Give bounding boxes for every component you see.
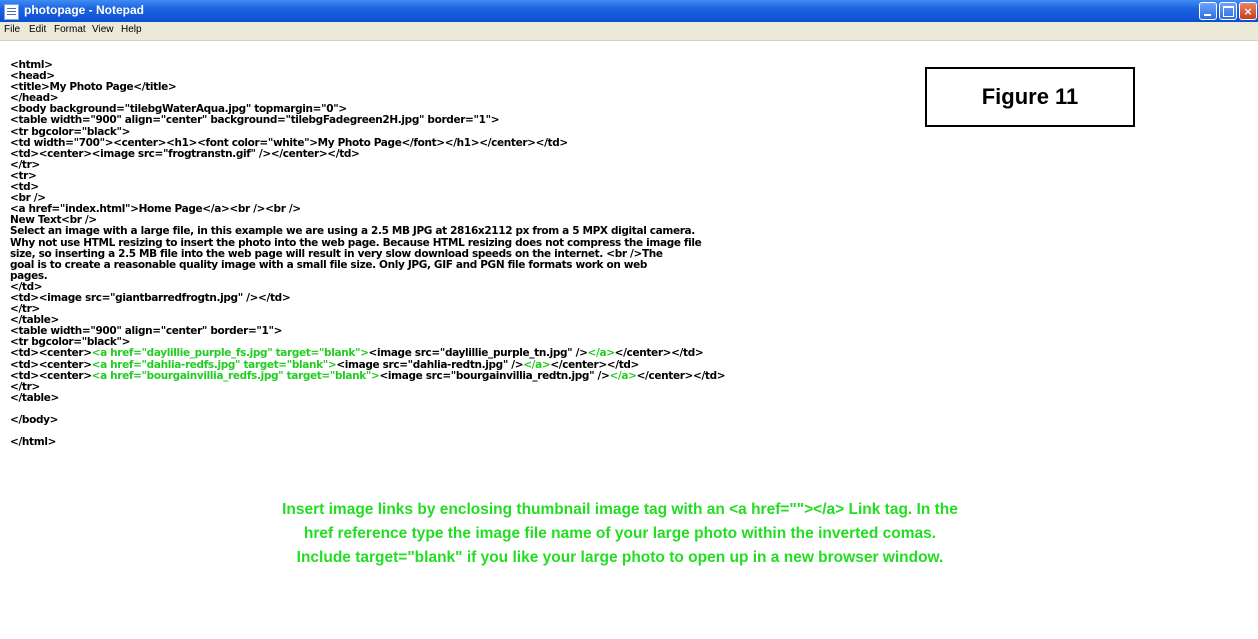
menu-bar: File Edit Format View Help (0, 22, 1258, 41)
link-tag-highlight: <a href="bourgainvillia_redfs.jpg" targe… (91, 369, 380, 382)
annotation-text: Insert image links by enclosing thumbnai… (120, 498, 1120, 570)
code-line: <td><image src="giantbarredfrogtn.jpg" /… (10, 291, 291, 304)
code-line: </table> (10, 391, 59, 404)
figure-label: Figure 11 (925, 67, 1135, 127)
code-line: </html> (10, 436, 57, 449)
annotation-line: Include target="blank" if you like your … (296, 549, 944, 566)
close-icon: × (1243, 5, 1253, 18)
menu-file[interactable]: File (4, 24, 20, 35)
annotation-line: Insert image links by enclosing thumbnai… (282, 501, 958, 518)
maximize-button[interactable] (1219, 2, 1237, 20)
code-line: <td><center><a href="bourgainvillia_redf… (10, 369, 726, 382)
menu-edit[interactable]: Edit (29, 24, 46, 35)
menu-view[interactable]: View (92, 24, 114, 35)
minimize-button[interactable] (1199, 2, 1217, 20)
notepad-icon (4, 4, 19, 20)
title-bar[interactable]: photopage - Notepad × (0, 0, 1258, 22)
menu-format[interactable]: Format (54, 24, 86, 35)
menu-help[interactable]: Help (121, 24, 142, 35)
link-tag-highlight: </a> (609, 369, 637, 382)
code-line: goal is to create a reasonable quality i… (10, 258, 648, 271)
close-button[interactable]: × (1239, 2, 1257, 20)
annotation-line: href reference type the image file name … (303, 525, 937, 542)
code-text[interactable]: <html> <head> <title>My Photo Page</titl… (10, 59, 726, 449)
code-line: </body> (10, 414, 59, 426)
window-title: photopage - Notepad (24, 3, 144, 17)
code-line: <td><center><image src="frogtranstn.gif"… (10, 147, 360, 160)
